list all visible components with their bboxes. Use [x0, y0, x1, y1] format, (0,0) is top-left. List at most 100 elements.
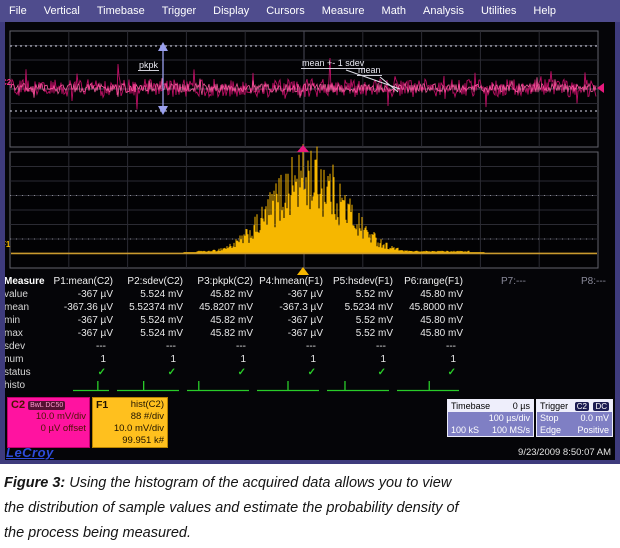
param-header-p1[interactable]: P1:mean(C2)	[45, 276, 115, 289]
status-cell-p2: ✓	[115, 367, 185, 380]
measure-table-title: Measure	[0, 276, 45, 289]
param-header-p3[interactable]: P3:pkpk(C2)	[185, 276, 255, 289]
status-cell-p1: ✓	[45, 367, 115, 380]
timebase-rate: 100 MS/s	[492, 424, 530, 436]
empty-cell	[540, 302, 620, 315]
trigger-time-marker[interactable]	[297, 145, 309, 152]
trace-f1-vscale: 88 #/div	[96, 411, 164, 423]
param-header-empty-1[interactable]: P7:---	[465, 276, 540, 289]
mean-cell-p5: 5.5234 mV	[325, 302, 395, 315]
empty-cell	[540, 289, 620, 302]
param-header-empty-2[interactable]: P8:---	[540, 276, 620, 289]
value-cell-p3: 45.82 mV	[185, 289, 255, 302]
param-header-p4[interactable]: P4:hmean(F1)	[255, 276, 325, 289]
histicon-sparkline	[115, 380, 181, 393]
num-cell-p4: 1	[255, 354, 325, 367]
timebase-delay: 0 µs	[513, 400, 530, 412]
param-header-p5[interactable]: P5:hsdev(F1)	[325, 276, 395, 289]
max-cell-p3: 45.82 mV	[185, 328, 255, 341]
trace-level-marker[interactable]	[597, 83, 604, 93]
channel-c2-label: C2	[11, 399, 25, 411]
empty-cell	[465, 380, 540, 393]
trigger-coupling-badge: DC	[593, 402, 609, 411]
value-cell-p5: 5.52 mV	[325, 289, 395, 302]
empty-cell	[540, 380, 620, 393]
empty-cell	[540, 354, 620, 367]
measure-row-label-value: value	[0, 289, 45, 302]
sdev-cell-p5: ---	[325, 341, 395, 354]
channel-c2-scale: 10.0 mV/div	[11, 411, 86, 423]
trigger-mode: Stop	[540, 412, 559, 424]
min-cell-p4: -367 µV	[255, 315, 325, 328]
min-cell-p6: 45.80 mV	[395, 315, 465, 328]
scope-display	[0, 0, 620, 464]
channel-c2-coupling-badge: BwL DC50	[28, 401, 65, 410]
mean-cell-p1: -367.36 µV	[45, 302, 115, 315]
sdev-cell-p3: ---	[185, 341, 255, 354]
channel-c2-offset: 0 µV offset	[11, 423, 86, 435]
num-cell-p6: 1	[395, 354, 465, 367]
mean-annotation: mean	[357, 65, 382, 76]
lecroy-logo: LeCroy	[6, 445, 54, 460]
mean-cell-p4: -367.3 µV	[255, 302, 325, 315]
timebase-descriptor[interactable]: Timebase 0 µs 100 µs/div 100 kS 100 MS/s	[447, 399, 534, 437]
value-cell-p4: -367 µV	[255, 289, 325, 302]
empty-cell	[465, 341, 540, 354]
screen-border-bottom	[0, 460, 620, 464]
trigger-type: Edge	[540, 424, 561, 436]
empty-cell	[465, 354, 540, 367]
empty-cell	[540, 341, 620, 354]
min-cell-p5: 5.52 mV	[325, 315, 395, 328]
empty-cell	[540, 315, 620, 328]
min-cell-p1: -367 µV	[45, 315, 115, 328]
sdev-cell-p6: ---	[395, 341, 465, 354]
figure-caption-label: Figure 3:	[4, 475, 65, 491]
empty-cell	[540, 367, 620, 380]
trigger-level: 0.0 mV	[580, 412, 609, 424]
status-cell-p4: ✓	[255, 367, 325, 380]
value-cell-p2: 5.524 mV	[115, 289, 185, 302]
status-cell-p3: ✓	[185, 367, 255, 380]
max-cell-p6: 45.80 mV	[395, 328, 465, 341]
histicon-cell-p5	[325, 380, 395, 393]
screen-border-right	[615, 22, 620, 464]
trigger-descriptor[interactable]: Trigger C2 DC Stop 0.0 mV Edge Positive	[536, 399, 613, 437]
param-header-p6[interactable]: P6:range(F1)	[395, 276, 465, 289]
oscilloscope-window: FileVerticalTimebaseTriggerDisplayCursor…	[0, 0, 620, 464]
acquisition-timestamp: 9/23/2009 8:50:07 AM	[518, 447, 611, 458]
histicon-cell-p1	[45, 380, 115, 393]
histicon-sparkline	[395, 380, 461, 393]
histicon-sparkline	[325, 380, 391, 393]
param-header-p2[interactable]: P2:sdev(C2)	[115, 276, 185, 289]
histicon-cell-p3	[185, 380, 255, 393]
num-cell-p5: 1	[325, 354, 395, 367]
measure-row-label-status: status	[0, 367, 45, 380]
trace-f1-descriptor[interactable]: F1 hist(C2) 88 #/div 10.0 mV/div 99.951 …	[92, 397, 168, 448]
measure-table: MeasureP1:mean(C2)P2:sdev(C2)P3:pkpk(C2)…	[0, 276, 620, 393]
trigger-slope: Positive	[577, 424, 609, 436]
num-cell-p3: 1	[185, 354, 255, 367]
mean-cell-p6: 45.8000 mV	[395, 302, 465, 315]
trace-f1-hscale: 10.0 mV/div	[96, 423, 164, 435]
figure-caption: Figure 3: Using the histogram of the acq…	[4, 471, 462, 546]
histicon-sparkline	[255, 380, 321, 393]
empty-cell	[465, 328, 540, 341]
channel-c2-descriptor[interactable]: C2 BwL DC50 10.0 mV/div 0 µV offset	[7, 397, 90, 448]
screen-border-left	[0, 22, 5, 464]
trace-f1-function: hist(C2)	[131, 399, 164, 411]
empty-cell	[465, 289, 540, 302]
status-cell-p6: ✓	[395, 367, 465, 380]
max-cell-p2: 5.524 mV	[115, 328, 185, 341]
sdev-cell-p1: ---	[45, 341, 115, 354]
sdev-cell-p4: ---	[255, 341, 325, 354]
min-cell-p3: 45.82 mV	[185, 315, 255, 328]
histicon-cell-p2	[115, 380, 185, 393]
empty-cell	[540, 328, 620, 341]
timebase-scale: 100 µs/div	[451, 412, 530, 424]
figure-caption-text: Using the histogram of the acquired data…	[4, 475, 459, 541]
histicon-sparkline	[185, 380, 251, 393]
mean-cell-p2: 5.52374 mV	[115, 302, 185, 315]
histogram-center-marker[interactable]	[297, 267, 309, 275]
measure-row-label-histo: histo	[0, 380, 45, 393]
measure-row-label-sdev: sdev	[0, 341, 45, 354]
